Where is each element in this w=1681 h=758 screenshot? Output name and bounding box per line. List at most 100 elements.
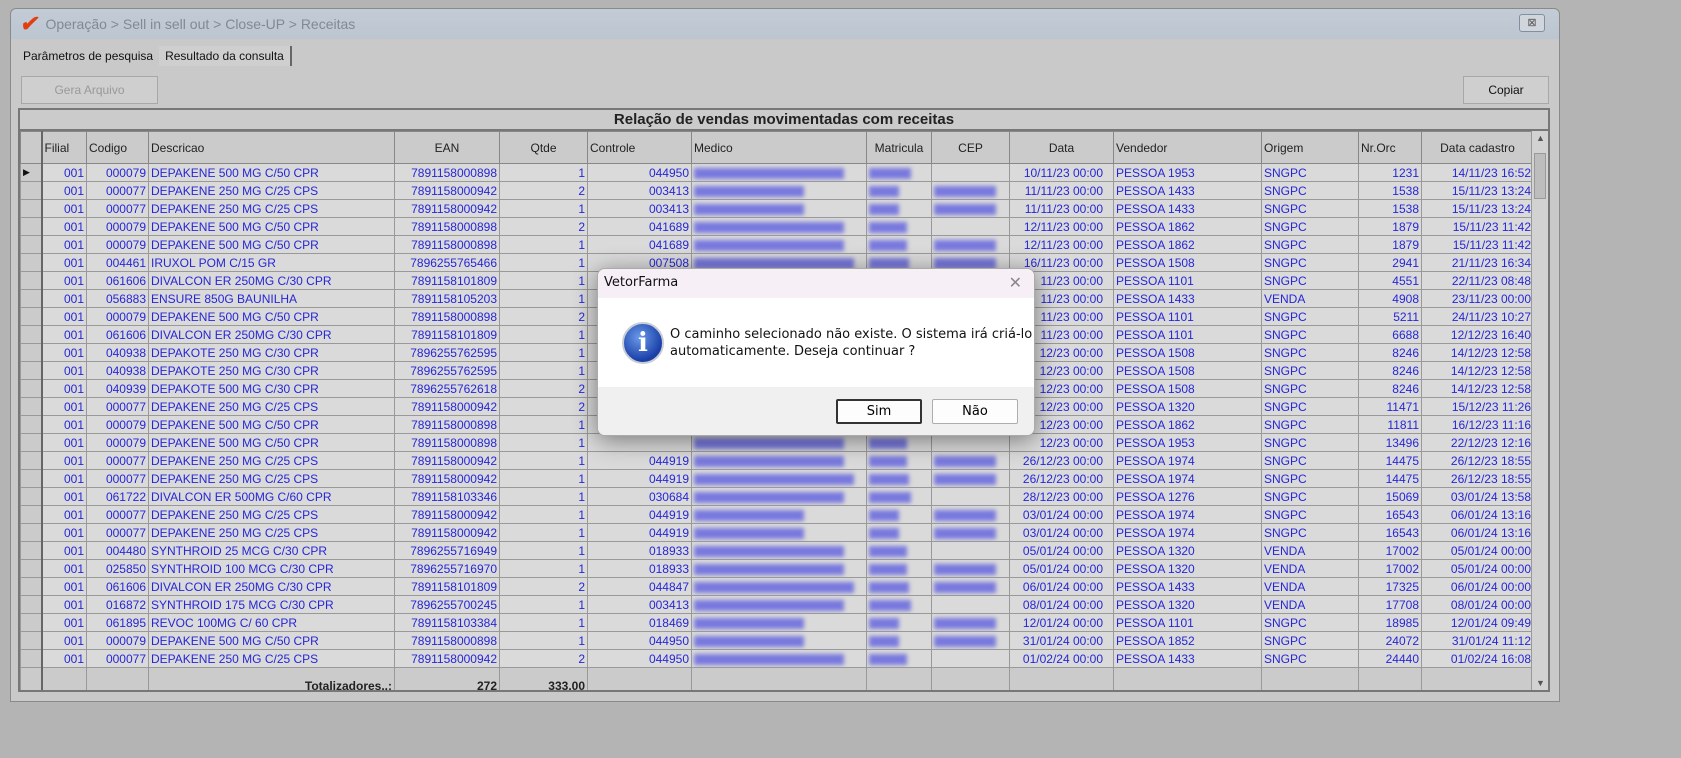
cell-filial: 001 — [41, 235, 87, 254]
cell-data: 05/01/24 00:00 — [1009, 541, 1114, 560]
redacted-cell — [691, 559, 867, 578]
title-bar: ✔ Operação > Sell in sell out > Close-UP… — [11, 9, 1559, 39]
sim-button[interactable]: Sim — [836, 398, 922, 424]
column-header-filial[interactable]: Filial — [41, 131, 87, 164]
cell-vendedor: PESSOA 1276 — [1113, 487, 1262, 506]
redacted-text — [934, 203, 996, 215]
table-row[interactable]: 001 000079 DEPAKENE 500 MG C/50 CPR 7891158… — [20, 217, 1534, 236]
column-header-ean[interactable]: EAN — [394, 131, 500, 164]
column-header-codigo[interactable]: Codigo — [86, 131, 149, 164]
table-row[interactable]: 001 025850 SYNTHROID 100 MCG C/30 CPR 78962… — [20, 559, 1534, 578]
table-row[interactable]: 001 000077 DEPAKENE 250 MG C/25 CPS 7891158… — [20, 505, 1534, 524]
table-row[interactable]: 001 000079 DEPAKENE 500 MG C/50 CPR 7891158… — [20, 235, 1534, 254]
table-row[interactable]: 001 061606 DIVALCON ER 250MG C/30 CPR 78911… — [20, 577, 1534, 596]
cell-descricao: DEPAKENE 250 MG C/25 CPS — [148, 181, 395, 200]
cell-origem: SNGPC — [1261, 649, 1359, 668]
tab-resultado-consulta[interactable]: Resultado da consulta — [159, 46, 292, 66]
cell-codigo: 000079 — [86, 235, 149, 254]
dialog-close-icon[interactable]: ✕ — [1009, 273, 1022, 292]
column-header-origem[interactable]: Origem — [1261, 131, 1359, 164]
cell-filial: 001 — [41, 433, 87, 452]
totals-cell — [866, 667, 932, 690]
row-indicator — [20, 577, 43, 596]
cell-vendedor: PESSOA 1320 — [1113, 541, 1262, 560]
column-header-medico[interactable]: Medico — [691, 131, 867, 164]
table-row[interactable]: 001 061722 DIVALCON ER 500MG C/60 CPR 78911… — [20, 487, 1534, 506]
cell-data: 12/01/24 00:00 — [1009, 613, 1114, 632]
totals-cell — [1261, 667, 1359, 690]
row-indicator — [20, 559, 43, 578]
column-header-nr-orc[interactable]: Nr.Orc — [1358, 131, 1422, 164]
cell-origem: SNGPC — [1261, 325, 1359, 344]
redacted-text — [934, 185, 996, 197]
table-row[interactable]: 001 000077 DEPAKENE 250 MG C/25 CPS 7891158… — [20, 469, 1534, 488]
gera-arquivo-button[interactable]: Gera Arquivo — [21, 76, 158, 104]
scroll-up-icon[interactable]: ▲ — [1532, 133, 1548, 143]
column-header-descricao[interactable]: Descricao — [148, 131, 395, 164]
cell-descricao: DIVALCON ER 250MG C/30 CPR — [148, 577, 395, 596]
cell-descricao: DEPAKENE 250 MG C/25 CPS — [148, 451, 395, 470]
table-row[interactable]: 001 000079 DEPAKENE 500 MG C/50 CPR 7891158… — [20, 433, 1534, 452]
cell-descricao: DEPAKENE 250 MG C/25 CPS — [148, 649, 395, 668]
close-button[interactable]: ⊠ — [1519, 14, 1545, 32]
cell-nr-orc: 2941 — [1358, 253, 1422, 272]
scroll-thumb[interactable] — [1534, 153, 1546, 199]
table-row[interactable]: 001 000079 DEPAKENE 500 MG C/50 CPR 7891158… — [20, 631, 1534, 650]
cell-origem: SNGPC — [1261, 613, 1359, 632]
redacted-cell — [931, 649, 1010, 668]
cell-codigo: 000079 — [86, 307, 149, 326]
column-header-cep[interactable]: CEP — [931, 131, 1010, 164]
cell-data-cadastro: 22/11/23 08:48 — [1421, 271, 1534, 290]
table-row[interactable]: 001 000077 DEPAKENE 250 MG C/25 CPS 7891158… — [20, 523, 1534, 542]
column-header-vendedor[interactable]: Vendedor — [1113, 131, 1262, 164]
cell-data-cadastro: 08/01/24 00:00 — [1421, 595, 1534, 614]
redacted-text — [934, 455, 996, 467]
cell-descricao: DEPAKOTE 250 MG C/30 CPR — [148, 361, 395, 380]
table-row[interactable]: 001 000077 DEPAKENE 250 MG C/25 CPS 7891158… — [20, 451, 1534, 470]
column-header-data-cadastro[interactable]: Data cadastro — [1421, 131, 1534, 164]
cell-vendedor: PESSOA 1974 — [1113, 451, 1262, 470]
cell-filial: 001 — [41, 505, 87, 524]
totals-label: Totalizadores..: — [148, 667, 395, 690]
table-row[interactable]: 001 000077 DEPAKENE 250 MG C/25 CPS 7891158… — [20, 649, 1534, 668]
redacted-text — [694, 635, 804, 647]
cell-filial: 001 — [41, 469, 87, 488]
cell-codigo: 061722 — [86, 487, 149, 506]
redacted-cell — [931, 181, 1010, 200]
row-indicator — [20, 505, 43, 524]
tab-parametros-pesquisa[interactable]: Parâmetros de pesquisa — [17, 46, 159, 66]
cell-data-cadastro: 05/01/24 00:00 — [1421, 541, 1534, 560]
vertical-scrollbar[interactable]: ▲ ▼ — [1531, 131, 1548, 690]
scroll-down-icon[interactable]: ▼ — [1532, 678, 1548, 688]
redacted-cell — [691, 505, 867, 524]
cell-data-cadastro: 03/01/24 13:58 — [1421, 487, 1534, 506]
cell-ean: 7891158103346 — [394, 487, 500, 506]
redacted-text — [869, 437, 907, 449]
cell-descricao: DIVALCON ER 250MG C/30 CPR — [148, 325, 395, 344]
cell-descricao: REVOC 100MG C/ 60 CPR — [148, 613, 395, 632]
redacted-cell — [866, 559, 932, 578]
cell-vendedor: PESSOA 1320 — [1113, 559, 1262, 578]
copiar-button[interactable]: Copiar — [1463, 76, 1549, 104]
table-row[interactable]: 001 000077 DEPAKENE 250 MG C/25 CPS 7891158… — [20, 199, 1534, 218]
cell-vendedor: PESSOA 1862 — [1113, 415, 1262, 434]
table-row[interactable]: 001 016872 SYNTHROID 175 MCG C/30 CPR 78962… — [20, 595, 1534, 614]
table-row[interactable]: 001 000077 DEPAKENE 250 MG C/25 CPS 7891158… — [20, 181, 1534, 200]
table-row[interactable]: 001 004480 SYNTHROID 25 MCG C/30 CPR 789625… — [20, 541, 1534, 560]
table-row[interactable]: ▶ 001 000079 DEPAKENE 500 MG C/50 CPR 789115… — [20, 163, 1534, 182]
cell-data-cadastro: 14/12/23 12:58 — [1421, 361, 1534, 380]
column-header-data[interactable]: Data — [1009, 131, 1114, 164]
redacted-text — [694, 599, 844, 611]
cell-data-cadastro: 12/01/24 09:49 — [1421, 613, 1534, 632]
cell-nr-orc: 1538 — [1358, 199, 1422, 218]
cell-controle: 044950 — [587, 163, 692, 182]
cell-controle: 044847 — [587, 577, 692, 596]
cell-nr-orc: 16543 — [1358, 505, 1422, 524]
nao-button[interactable]: Não — [932, 398, 1018, 424]
cell-descricao: DEPAKENE 250 MG C/25 CPS — [148, 505, 395, 524]
redacted-text — [869, 239, 907, 251]
column-header-controle[interactable]: Controle — [587, 131, 692, 164]
column-header-matricula[interactable]: Matricula — [866, 131, 932, 164]
column-header-qtde[interactable]: Qtde — [499, 131, 588, 164]
table-row[interactable]: 001 061895 REVOC 100MG C/ 60 CPR 7891158103… — [20, 613, 1534, 632]
